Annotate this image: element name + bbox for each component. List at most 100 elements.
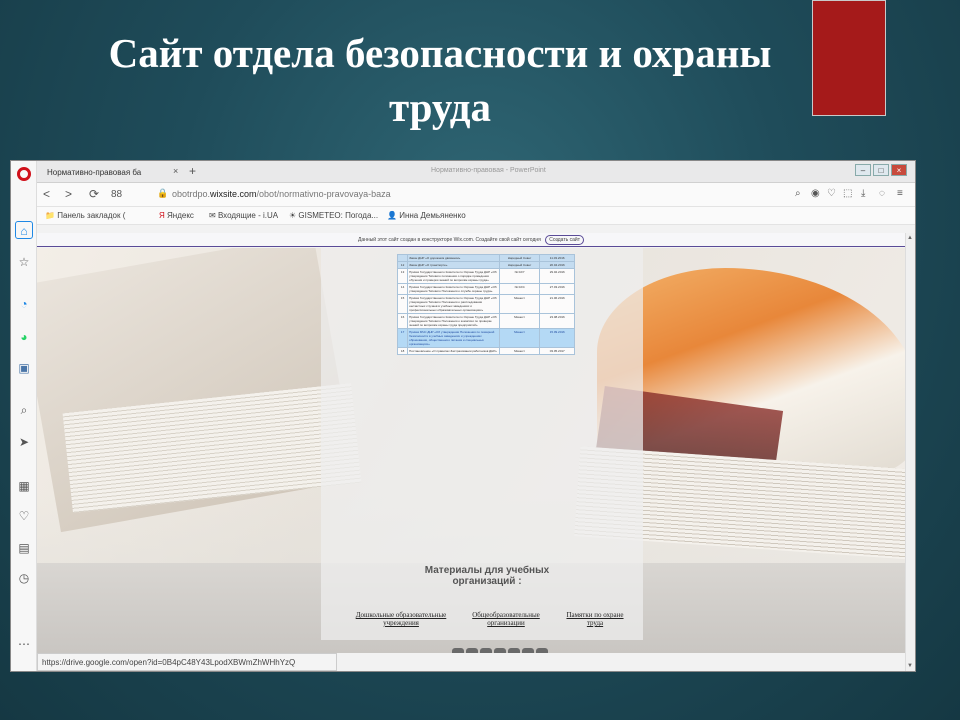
row-author: Народный Совет — [498, 261, 541, 269]
table-row: 15 Приказ Государственного Комитета по Ох… — [396, 294, 575, 314]
bookmark-yandex[interactable]: Я Яндекс — [159, 211, 194, 220]
row-date: 11.03.2016 — [539, 254, 575, 262]
social-button[interactable] — [508, 648, 520, 653]
row-number — [396, 254, 409, 262]
bookmark-label: Яндекс — [167, 211, 194, 220]
url-domain: wixsite.com — [210, 189, 257, 199]
bookmark-label: Панель закладок ( — [57, 211, 126, 220]
new-tab-icon[interactable]: + — [189, 164, 196, 178]
row-author: Минюст — [498, 347, 541, 355]
social-button[interactable] — [480, 648, 492, 653]
bookmark-inna[interactable]: 👤 Инна Демьяненко — [387, 211, 466, 220]
heart-icon[interactable]: ♡ — [15, 507, 33, 525]
extensions-icon[interactable]: ◌ — [879, 188, 885, 199]
bookmark-label: Инна Демьяненко — [399, 211, 466, 220]
browser-tab[interactable]: Нормативно-правовая ба — [39, 164, 169, 183]
bookmark-label: GISMETEO: Погода... — [298, 211, 379, 220]
whatsapp-icon[interactable]: ◕ — [15, 328, 33, 346]
row-author: Минюст — [498, 294, 541, 314]
window-controls: – □ × — [855, 164, 907, 176]
url-prefix: obotrdpo. — [172, 189, 211, 199]
news-icon[interactable]: ▤ — [15, 539, 33, 557]
page-scrollbar[interactable]: ▲ ▼ — [905, 233, 915, 671]
table-row: 14 Приказ Государственного Комитета по Ох… — [396, 283, 575, 295]
status-bar: https://drive.google.com/open?id=0B4pC48… — [37, 653, 337, 671]
window-title: Нормативно-правовая - PowerPoint — [431, 167, 546, 174]
row-number: 17 — [396, 328, 409, 348]
row-date: 23.08.2016 — [539, 313, 575, 329]
social-button[interactable] — [466, 648, 478, 653]
row-title[interactable]: Приказ МЧС ДНР «Об утверждении Положения… — [407, 328, 500, 348]
send-icon[interactable]: ➤ — [15, 433, 33, 451]
row-title: Приказ Государственного Комитета по Охра… — [407, 313, 500, 329]
speed-dial-icon[interactable]: ☆ — [15, 253, 33, 271]
zoom-badge[interactable]: 88 — [111, 189, 122, 200]
social-button[interactable] — [494, 648, 506, 653]
row-author: Минюст — [498, 313, 541, 329]
camera-icon[interactable]: ◉ — [811, 188, 820, 199]
history-icon[interactable]: ◷ — [15, 569, 33, 587]
row-number: 18 — [396, 347, 409, 355]
back-icon[interactable]: < — [43, 187, 50, 201]
row-date: 29.02.2016 — [539, 268, 575, 284]
address-bar: < > ⟳ 88 🔒 obotrdpo.wixsite.com/obot/nor… — [37, 183, 915, 207]
messenger-icon[interactable]: ◔ — [15, 295, 33, 313]
bookmark-label: Входящие - i.UA — [217, 211, 279, 220]
table-row: Закон ДНР «О дорожном движении» Народный … — [396, 254, 575, 262]
maximize-button[interactable]: □ — [873, 164, 889, 176]
bookmark-icon[interactable]: ♡ — [827, 188, 836, 199]
link-preschool[interactable]: Дошкольные образовательные учреждения — [351, 611, 451, 627]
opera-logo-icon[interactable] — [17, 167, 31, 181]
row-author: Народный Совет — [498, 254, 541, 262]
row-number: 13 — [396, 268, 409, 284]
url-path: /obot/normativno-pravovaya-baza — [256, 189, 391, 199]
browser-screenshot: Нормативно-правовая ба × + Нормативно-пр… — [10, 160, 916, 672]
row-date: 20.04.2016 — [539, 261, 575, 269]
link-general-schools[interactable]: Общеобразовательные организации — [465, 611, 547, 627]
social-buttons — [452, 648, 548, 653]
search-icon[interactable]: ⌕ — [795, 188, 801, 199]
menu-icon[interactable]: ≡ — [897, 188, 903, 199]
scroll-up-icon[interactable]: ▲ — [907, 235, 913, 241]
tab-close-icon[interactable]: × — [173, 166, 178, 176]
social-button[interactable] — [536, 648, 548, 653]
row-title: Приказ Государственного Комитета по Охра… — [407, 294, 500, 314]
row-date: 21.06.2016 — [539, 294, 575, 314]
row-title: Приказ Государственного Комитета по Охра… — [407, 283, 500, 295]
slide-title: Сайт отдела безопасности и охраны труда — [80, 26, 800, 134]
slide-title-line-2: труда — [388, 84, 492, 130]
social-button[interactable] — [522, 648, 534, 653]
wix-banner: Данный этот сайт создан в конструкторе W… — [37, 233, 905, 247]
row-date: 15.09.2016 — [539, 328, 575, 348]
vk-icon[interactable]: ▣ — [15, 359, 33, 377]
table-row: 16 Приказ Государственного Комитета по Ох… — [396, 313, 575, 329]
close-button[interactable]: × — [891, 164, 907, 176]
apps-icon[interactable]: ▦ — [15, 477, 33, 495]
link-safety-memos[interactable]: Памятки по охране труда — [565, 611, 625, 627]
home-icon[interactable]: ⌂ — [15, 221, 33, 239]
bookmark-iua[interactable]: ✉ Входящие - i.UA — [209, 211, 278, 220]
social-button[interactable] — [452, 648, 464, 653]
bookmark-gismeteo[interactable]: ☀ GISMETEO: Погода... — [289, 211, 378, 220]
forward-icon[interactable]: > — [65, 187, 72, 201]
row-title: Закон ДНР «О транспорте» — [407, 261, 500, 269]
browser-sidebar: ⌂ ☆ ◔ ◕ ▣ ⌕ ➤ ▦ ♡ ▤ ◷ ⋯ — [11, 161, 37, 671]
more-icon[interactable]: ⋯ — [15, 635, 33, 653]
table-row: 18 Постановление «О правилах Застраховани… — [396, 347, 575, 355]
reload-icon[interactable]: ⟳ — [89, 187, 99, 201]
lock-icon[interactable]: 🔒 — [157, 188, 168, 199]
bookmarks-folder[interactable]: 📁 Панель закладок ( — [45, 211, 125, 220]
scroll-down-icon[interactable]: ▼ — [907, 663, 913, 669]
wix-create-button[interactable]: Создать сайт — [545, 235, 584, 245]
minimize-button[interactable]: – — [855, 164, 871, 176]
snapshot-icon[interactable]: ⬚ — [843, 188, 852, 199]
url-field[interactable]: obotrdpo.wixsite.com/obot/normativno-pra… — [172, 189, 391, 199]
row-date: 27.03.2016 — [539, 283, 575, 295]
download-icon[interactable]: ⤓ — [861, 188, 865, 199]
row-author: Минюст — [498, 328, 541, 348]
search-sidebar-icon[interactable]: ⌕ — [15, 401, 33, 419]
row-number: 15 — [396, 294, 409, 314]
materials-title: Материалы для учебных организаций : — [424, 565, 550, 587]
tab-title: Нормативно-правовая ба — [47, 168, 142, 177]
bookmarks-bar: 📁 Панель закладок ( Я Яндекс ✉ Входящие … — [37, 207, 915, 225]
